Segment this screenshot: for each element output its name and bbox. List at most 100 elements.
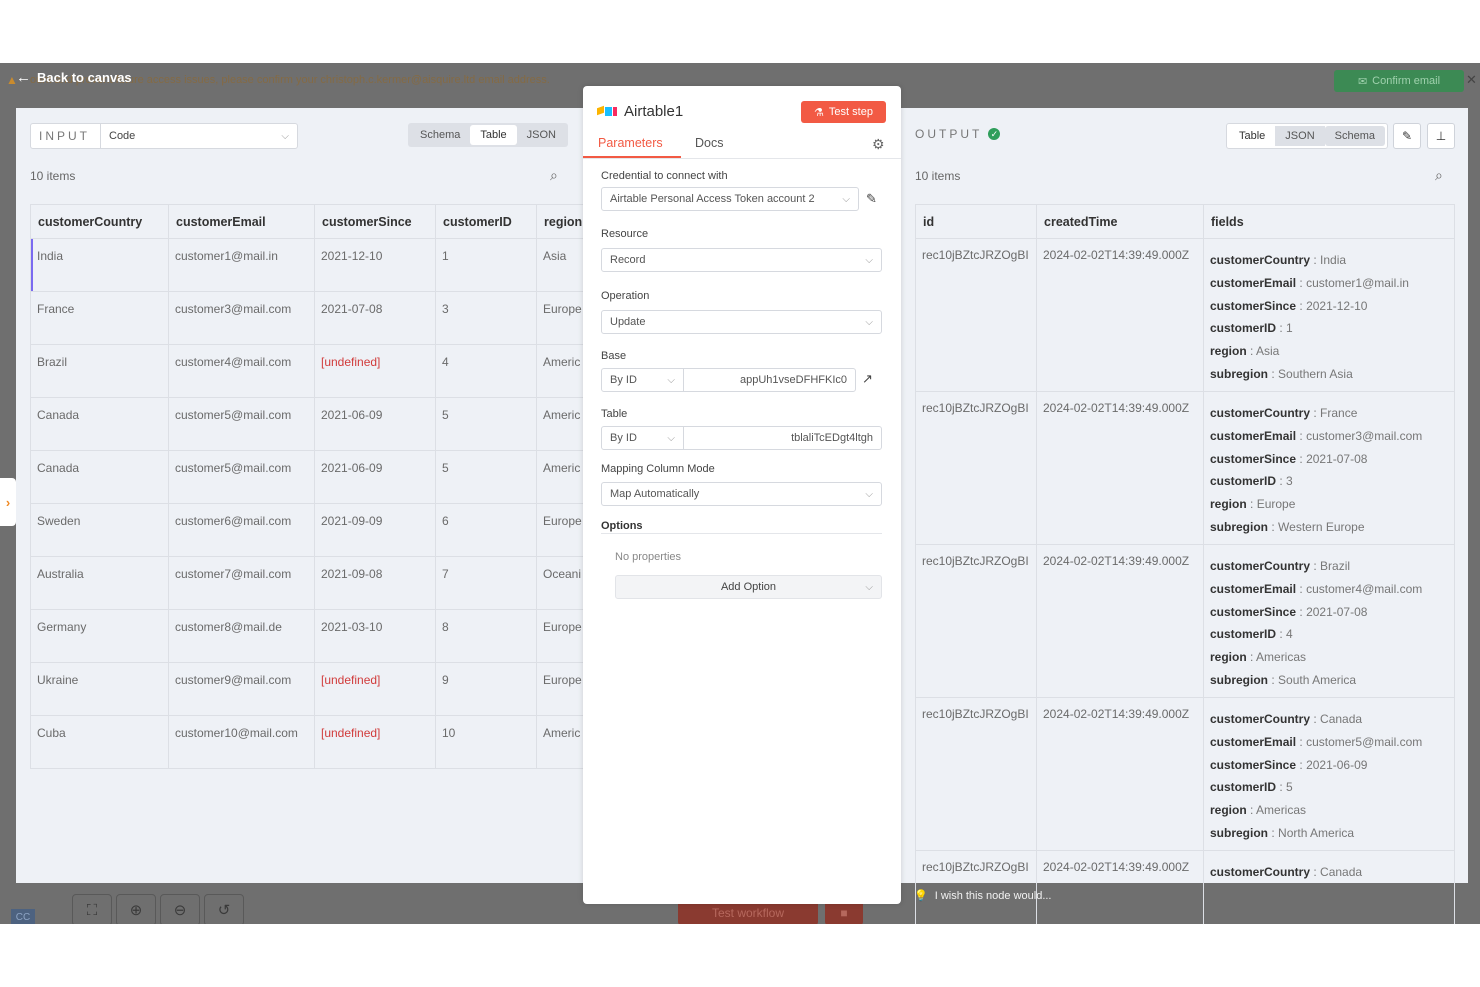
input-source-select[interactable]: INPUT Code ⌵ bbox=[30, 123, 298, 149]
output-column-header[interactable]: createdTime bbox=[1036, 204, 1204, 239]
pin-icon[interactable]: ⊥ bbox=[1427, 123, 1455, 149]
table-row: rec10jBZtcJRZOgBI 2024-02-02T14:39:49.000… bbox=[915, 850, 1455, 924]
table-cell: 1 bbox=[435, 238, 537, 292]
check-circle-icon: ✓ bbox=[988, 128, 1001, 140]
output-view-switch: Table JSON Schema bbox=[1226, 123, 1388, 149]
envelope-icon: ✉ bbox=[1357, 75, 1368, 88]
expand-handle-icon[interactable]: › bbox=[0, 478, 16, 526]
field-value: customer5@mail.com bbox=[1306, 734, 1423, 749]
table-cell: customer1@mail.in bbox=[168, 238, 315, 292]
search-icon[interactable]: ⌕ bbox=[550, 167, 558, 184]
input-view-json[interactable]: JSON bbox=[517, 125, 566, 145]
input-view-schema[interactable]: Schema bbox=[410, 125, 470, 145]
input-column-header[interactable]: customerSince bbox=[314, 204, 436, 239]
field-value: 4 bbox=[1286, 627, 1293, 642]
mapping-select[interactable]: Map Automatically ⌵ bbox=[601, 482, 882, 506]
airtable-logo-icon bbox=[597, 105, 617, 116]
trash-icon[interactable]: ■ bbox=[825, 901, 863, 924]
avatar[interactable]: CC bbox=[11, 909, 35, 924]
gear-icon[interactable]: ⚙ bbox=[872, 136, 885, 153]
output-view-json[interactable]: JSON bbox=[1275, 126, 1325, 146]
table-cell: customer8@mail.de bbox=[168, 609, 315, 663]
field-entry: customerCountry : France bbox=[1210, 406, 1358, 420]
node-title-text[interactable]: Airtable1 bbox=[624, 103, 683, 120]
field-key: customerCountry bbox=[1210, 712, 1311, 726]
table-row: rec10jBZtcJRZOgBI 2024-02-02T14:39:49.000… bbox=[915, 238, 1455, 392]
output-caption: OUTPUT bbox=[915, 127, 983, 141]
field-value: 3 bbox=[1286, 474, 1293, 489]
base-label: Base bbox=[601, 350, 627, 362]
flask-icon: ⚗ bbox=[814, 106, 824, 119]
record-id-cell: rec10jBZtcJRZOgBI bbox=[915, 697, 1037, 851]
table-cell: India bbox=[30, 238, 169, 292]
table-row: rec10jBZtcJRZOgBI 2024-02-02T14:39:49.000… bbox=[915, 697, 1455, 851]
node-title: Airtable1 bbox=[597, 103, 683, 120]
test-workflow-button[interactable]: Test workflow bbox=[678, 901, 818, 924]
output-view-schema[interactable]: Schema bbox=[1324, 126, 1385, 146]
table-row: India customer1@mail.in 2021-12-10 1 Asia bbox=[30, 238, 597, 292]
confirm-email-button[interactable]: ✉ Confirm email bbox=[1334, 70, 1464, 92]
field-value: Americas bbox=[1256, 803, 1307, 818]
field-entry: subregion : North America bbox=[1210, 825, 1355, 840]
operation-select[interactable]: Update ⌵ bbox=[601, 310, 882, 334]
input-column-header[interactable]: customerCountry bbox=[30, 204, 169, 239]
field-entry: customerID : 5 bbox=[1210, 780, 1293, 795]
canvas-overlay: ▲ ount and prevent future access issues,… bbox=[0, 63, 1480, 924]
operation-label: Operation bbox=[601, 290, 650, 302]
search-icon[interactable]: ⌕ bbox=[1435, 167, 1443, 184]
table-cell: Canada bbox=[30, 450, 169, 504]
test-step-label: Test step bbox=[828, 106, 873, 118]
zoom-in-icon[interactable]: ⊕ bbox=[116, 894, 156, 924]
field-key: customerCountry bbox=[1210, 253, 1311, 267]
input-view-table[interactable]: Table bbox=[470, 125, 517, 145]
mapping-value: Map Automatically bbox=[610, 488, 700, 500]
output-column-header[interactable]: id bbox=[915, 204, 1037, 239]
table-cell: customer5@mail.com bbox=[168, 450, 315, 504]
pencil-icon[interactable]: ✎ bbox=[1393, 123, 1421, 149]
back-to-canvas-button[interactable]: ← Back to canvas bbox=[16, 69, 132, 86]
field-entry: customerEmail : customer5@mail.com bbox=[1210, 734, 1423, 749]
fields-cell: customerCountry : Canada bbox=[1203, 850, 1455, 924]
field-key: customerID bbox=[1210, 321, 1277, 336]
field-key: subregion bbox=[1210, 366, 1269, 381]
close-icon[interactable]: ✕ bbox=[1466, 72, 1477, 88]
table-id-input[interactable]: tblaliTcEDgt4ltgh bbox=[783, 432, 881, 444]
created-time-cell: 2024-02-02T14:39:49.000Z bbox=[1036, 238, 1204, 392]
field-entry: customerCountry : Brazil bbox=[1210, 559, 1351, 573]
field-value: France bbox=[1320, 406, 1358, 420]
base-id-input[interactable]: appUh1vseDFHFKIc0 bbox=[732, 374, 855, 386]
chevron-down-icon: ⌵ bbox=[865, 581, 873, 593]
field-key: customerID bbox=[1210, 780, 1277, 795]
node-tabs: Parameters Docs bbox=[583, 132, 901, 159]
table-cell: 7 bbox=[435, 556, 537, 610]
table-row: Cuba customer10@mail.com [undefined] 10 Amer… bbox=[30, 715, 597, 769]
tab-docs[interactable]: Docs bbox=[695, 136, 723, 150]
table-cell: [undefined] bbox=[314, 344, 436, 398]
fit-view-icon[interactable]: ⛶ bbox=[72, 894, 112, 924]
external-link-icon[interactable]: ↗ bbox=[862, 371, 873, 387]
record-id-cell: rec10jBZtcJRZOgBI bbox=[915, 850, 1037, 924]
table-cell: 3 bbox=[435, 291, 537, 345]
field-value: Asia bbox=[1256, 344, 1280, 359]
credential-value: Airtable Personal Access Token account 2 bbox=[610, 193, 815, 205]
table-mode-select[interactable]: By ID ⌵ bbox=[602, 427, 684, 449]
test-step-button[interactable]: ⚗ Test step bbox=[801, 101, 886, 123]
field-value: customer1@mail.in bbox=[1306, 275, 1409, 290]
pencil-icon[interactable]: ✎ bbox=[866, 191, 877, 207]
feedback-prompt[interactable]: 💡 I wish this node would... bbox=[914, 889, 1052, 903]
output-column-header[interactable]: fields bbox=[1203, 204, 1455, 239]
base-mode-select[interactable]: By ID ⌵ bbox=[602, 369, 684, 391]
output-view-table[interactable]: Table bbox=[1229, 126, 1276, 146]
table-cell: 4 bbox=[435, 344, 537, 398]
table-cell: 6 bbox=[435, 503, 537, 557]
tab-parameters[interactable]: Parameters bbox=[598, 136, 663, 150]
table-cell: Sweden bbox=[30, 503, 169, 557]
undo-icon[interactable]: ↺ bbox=[204, 894, 244, 924]
table-cell: 5 bbox=[435, 450, 537, 504]
input-column-header[interactable]: customerEmail bbox=[168, 204, 315, 239]
resource-select[interactable]: Record ⌵ bbox=[601, 248, 882, 272]
zoom-out-icon[interactable]: ⊖ bbox=[160, 894, 200, 924]
credential-select[interactable]: Airtable Personal Access Token account 2… bbox=[601, 187, 859, 211]
add-option-select[interactable]: Add Option ⌵ bbox=[615, 575, 882, 599]
input-column-header[interactable]: customerID bbox=[435, 204, 537, 239]
